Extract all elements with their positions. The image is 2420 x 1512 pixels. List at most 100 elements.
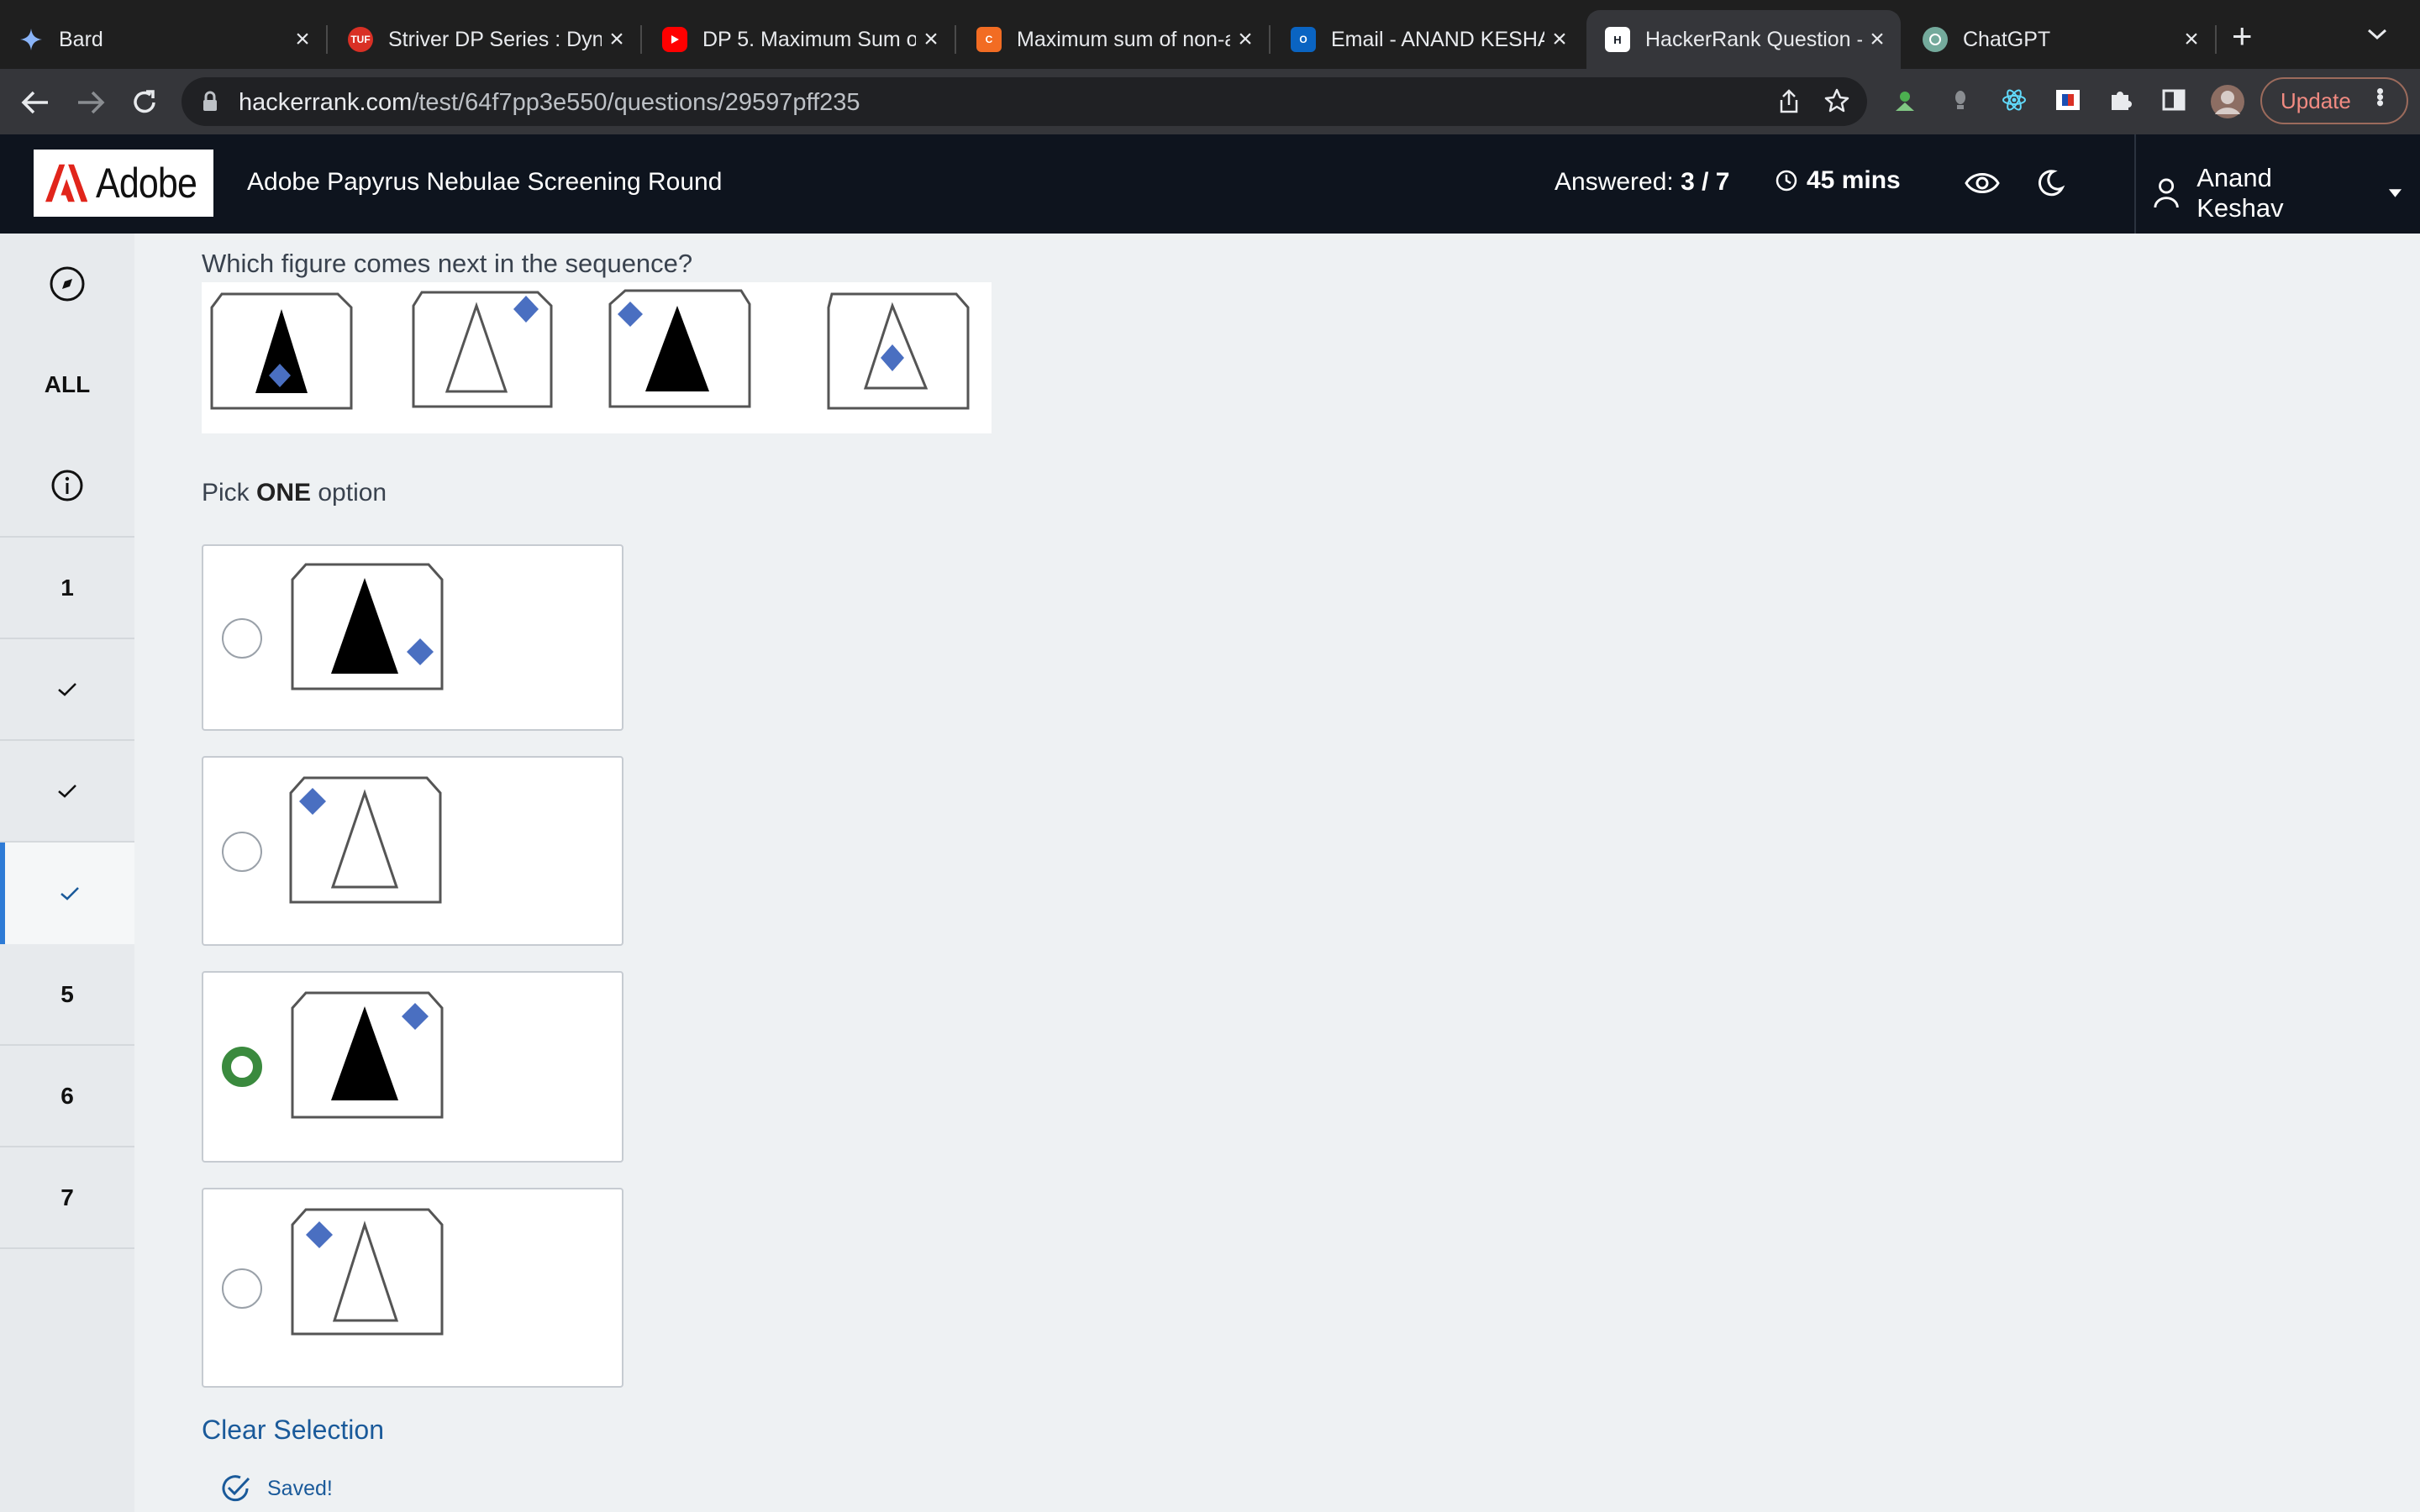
answered-count: Answered: 3 / 7: [1555, 168, 1729, 197]
question-nav-3[interactable]: [0, 741, 134, 843]
sequence-figure-1: [210, 292, 353, 410]
user-menu[interactable]: Anand Keshav: [2153, 163, 2420, 223]
extension-bulb-icon[interactable]: [1946, 86, 1975, 114]
browser-toolbar: hackerrank.com/test/64f7pp3e550/question…: [0, 69, 2420, 134]
tab-title: Bard: [59, 27, 103, 51]
test-title: Adobe Papyrus Nebulae Screening Round: [247, 168, 723, 196]
answer-option-1[interactable]: [202, 544, 623, 731]
tab-title: Maximum sum of non-adj: [1017, 27, 1230, 51]
all-questions-button[interactable]: ALL: [0, 334, 134, 435]
question-number: 6: [60, 1082, 74, 1109]
share-icon[interactable]: [1778, 89, 1800, 118]
caret-down-icon: [2388, 189, 2402, 197]
lock-icon[interactable]: [202, 91, 218, 117]
browser-tab-codingninjas[interactable]: C Maximum sum of non-adj ×: [958, 10, 1270, 69]
extensions-puzzle-icon[interactable]: [2106, 86, 2134, 114]
eye-icon[interactable]: [1965, 168, 2000, 202]
tab-title: DP 5. Maximum Sum of: [702, 27, 916, 51]
pick-suffix: option: [311, 479, 387, 507]
tab-title: Striver DP Series : Dyna: [388, 27, 602, 51]
answer-option-2[interactable]: [202, 756, 623, 946]
tab-separator: [955, 25, 956, 54]
close-tab-icon[interactable]: ×: [287, 25, 318, 54]
option-figure: [291, 563, 444, 690]
profile-avatar[interactable]: [2210, 84, 2245, 119]
check-icon: [58, 682, 76, 696]
question-number: 5: [60, 980, 74, 1007]
sequence-figure-3: [608, 289, 751, 408]
extension-green-icon[interactable]: [1891, 86, 1919, 114]
pick-emphasis: ONE: [256, 479, 312, 507]
chatgpt-icon: [1923, 27, 1948, 52]
tab-title: Email - ANAND KESHAV: [1331, 27, 1544, 51]
tab-separator: [640, 25, 642, 54]
option-radio[interactable]: [222, 618, 262, 659]
close-tab-icon[interactable]: ×: [2176, 25, 2207, 54]
question-nav-5[interactable]: 5: [0, 944, 134, 1046]
close-tab-icon[interactable]: ×: [1230, 25, 1260, 54]
sequence-figure-2: [412, 291, 553, 408]
more-vert-icon[interactable]: •••: [2368, 87, 2393, 105]
close-tab-icon[interactable]: ×: [602, 25, 632, 54]
answer-option-3[interactable]: [202, 971, 623, 1163]
option-figure: [289, 776, 442, 904]
saved-status: Saved!: [218, 1472, 333, 1505]
hackerrank-icon: H: [1605, 27, 1630, 52]
url-text: hackerrank.com/test/64f7pp3e550/question…: [239, 89, 860, 117]
dark-mode-moon-icon[interactable]: [2035, 168, 2065, 202]
app-header: Adobe Adobe Papyrus Nebulae Screening Ro…: [0, 134, 2420, 234]
question-nav-2[interactable]: [0, 639, 134, 741]
close-tab-icon[interactable]: ×: [1544, 25, 1575, 54]
answered-label: Answered:: [1555, 168, 1674, 196]
reload-icon[interactable]: [126, 84, 163, 121]
check-icon: [60, 886, 79, 900]
tab-separator: [2215, 25, 2217, 54]
react-devtools-icon[interactable]: [2000, 86, 2028, 114]
answered-value: 3 / 7: [1681, 168, 1730, 196]
update-label: Update: [2281, 87, 2351, 113]
browser-tab-hackerrank[interactable]: H HackerRank Question - ×: [1586, 10, 1901, 69]
browser-tab-youtube[interactable]: DP 5. Maximum Sum of ×: [644, 10, 956, 69]
browser-tab-bard[interactable]: Bard ×: [0, 10, 328, 69]
sequence-figure: [202, 282, 992, 433]
answer-option-4[interactable]: [202, 1188, 623, 1388]
question-number: 7: [60, 1184, 74, 1210]
close-tab-icon[interactable]: ×: [916, 25, 946, 54]
clear-selection-link[interactable]: Clear Selection: [202, 1415, 384, 1446]
question-nav-7[interactable]: 7: [0, 1147, 134, 1249]
close-tab-icon[interactable]: ×: [1862, 25, 1892, 54]
bookmark-star-icon[interactable]: [1823, 87, 1850, 118]
adobe-a-icon: [45, 164, 88, 202]
browser-tab-striver[interactable]: TUF Striver DP Series : Dyna ×: [329, 10, 642, 69]
compass-icon: [50, 266, 85, 302]
question-nav-6[interactable]: 6: [0, 1046, 134, 1147]
question-nav-4[interactable]: [0, 843, 134, 944]
option-radio[interactable]: [222, 832, 262, 872]
bard-sparkle-icon: [18, 27, 44, 52]
option-radio-selected[interactable]: [222, 1047, 262, 1087]
new-tab-button[interactable]: +: [2232, 18, 2253, 54]
option-radio[interactable]: [222, 1268, 262, 1309]
tab-search-chevron-icon[interactable]: [2366, 25, 2388, 46]
side-panel-icon[interactable]: [2160, 86, 2188, 114]
timer-value: 45 mins: [1807, 166, 1901, 194]
question-number: 1: [60, 574, 74, 601]
back-arrow-icon[interactable]: [17, 84, 54, 121]
timer: 45 mins: [1775, 166, 1901, 195]
logo-wordmark: Adobe: [96, 160, 197, 207]
question-nav-1[interactable]: 1: [0, 538, 134, 639]
tab-separator: [1269, 25, 1270, 54]
pick-prefix: Pick: [202, 479, 257, 507]
update-button[interactable]: Update •••: [2260, 77, 2408, 124]
user-icon: [2154, 178, 2179, 208]
question-text: Which figure comes next in the sequence?: [202, 249, 693, 278]
extension-flag-icon[interactable]: [2054, 86, 2082, 114]
outlook-icon: O: [1291, 27, 1316, 52]
compass-nav-button[interactable]: [0, 234, 134, 334]
question-navigator: ALL 1 5 6 7: [0, 234, 134, 1512]
address-bar[interactable]: hackerrank.com/test/64f7pp3e550/question…: [182, 77, 1867, 126]
browser-tab-outlook[interactable]: O Email - ANAND KESHAV ×: [1272, 10, 1583, 69]
browser-tab-chatgpt[interactable]: ChatGPT ×: [1904, 10, 2217, 69]
info-button[interactable]: [0, 435, 134, 536]
forward-arrow-icon[interactable]: [72, 84, 109, 121]
